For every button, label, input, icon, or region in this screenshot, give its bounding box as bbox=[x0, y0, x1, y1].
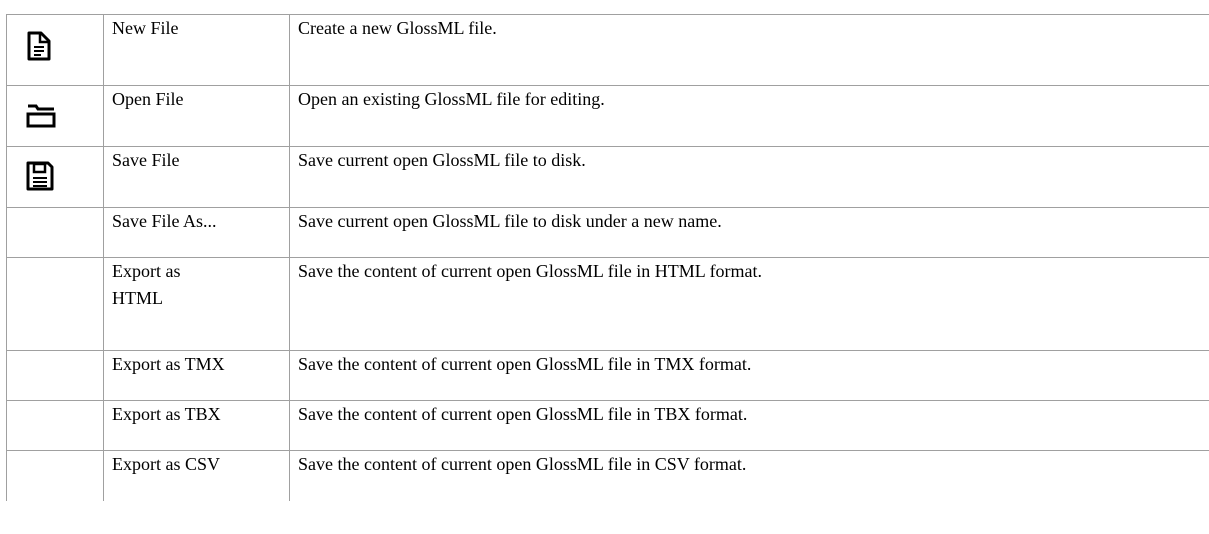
table-row: Export as TMX Save the content of curren… bbox=[6, 350, 1209, 401]
new-file-icon bbox=[26, 31, 52, 61]
command-name: Save File bbox=[103, 146, 290, 208]
icon-cell bbox=[6, 146, 104, 208]
command-name: Open File bbox=[103, 85, 290, 147]
command-description: Save the content of current open GlossML… bbox=[289, 400, 1209, 451]
table-row: Export as HTML Save the content of curre… bbox=[6, 257, 1209, 351]
command-description: Open an existing GlossML file for editin… bbox=[289, 85, 1209, 147]
table-row: New File Create a new GlossML file. bbox=[6, 14, 1209, 86]
icon-cell bbox=[6, 400, 104, 451]
command-name: Export as HTML bbox=[103, 257, 290, 351]
command-name: Export as TBX bbox=[103, 400, 290, 451]
table-row: Save File Save current open GlossML file… bbox=[6, 146, 1209, 208]
table-row: Save File As... Save current open GlossM… bbox=[6, 207, 1209, 258]
command-description: Create a new GlossML file. bbox=[289, 14, 1209, 86]
command-description: Save the content of current open GlossML… bbox=[289, 450, 1209, 501]
icon-cell bbox=[6, 85, 104, 147]
open-folder-icon bbox=[26, 100, 56, 130]
icon-cell bbox=[6, 14, 104, 86]
table-row: Export as TBX Save the content of curren… bbox=[6, 400, 1209, 451]
icon-cell bbox=[6, 207, 104, 258]
command-description: Save current open GlossML file to disk. bbox=[289, 146, 1209, 208]
icon-cell bbox=[6, 450, 104, 501]
table-row: Open File Open an existing GlossML file … bbox=[6, 85, 1209, 147]
table-row: Export as CSV Save the content of curren… bbox=[6, 450, 1209, 501]
icon-cell bbox=[6, 257, 104, 351]
file-commands-table: New File Create a new GlossML file. Open… bbox=[6, 14, 1209, 501]
icon-cell bbox=[6, 350, 104, 401]
command-name: Export as CSV bbox=[103, 450, 290, 501]
command-name: Save File As... bbox=[103, 207, 290, 258]
command-name: Export as TMX bbox=[103, 350, 290, 401]
command-name: New File bbox=[103, 14, 290, 86]
command-description: Save the content of current open GlossML… bbox=[289, 257, 1209, 351]
floppy-disk-icon bbox=[26, 161, 54, 191]
command-description: Save current open GlossML file to disk u… bbox=[289, 207, 1209, 258]
command-description: Save the content of current open GlossML… bbox=[289, 350, 1209, 401]
